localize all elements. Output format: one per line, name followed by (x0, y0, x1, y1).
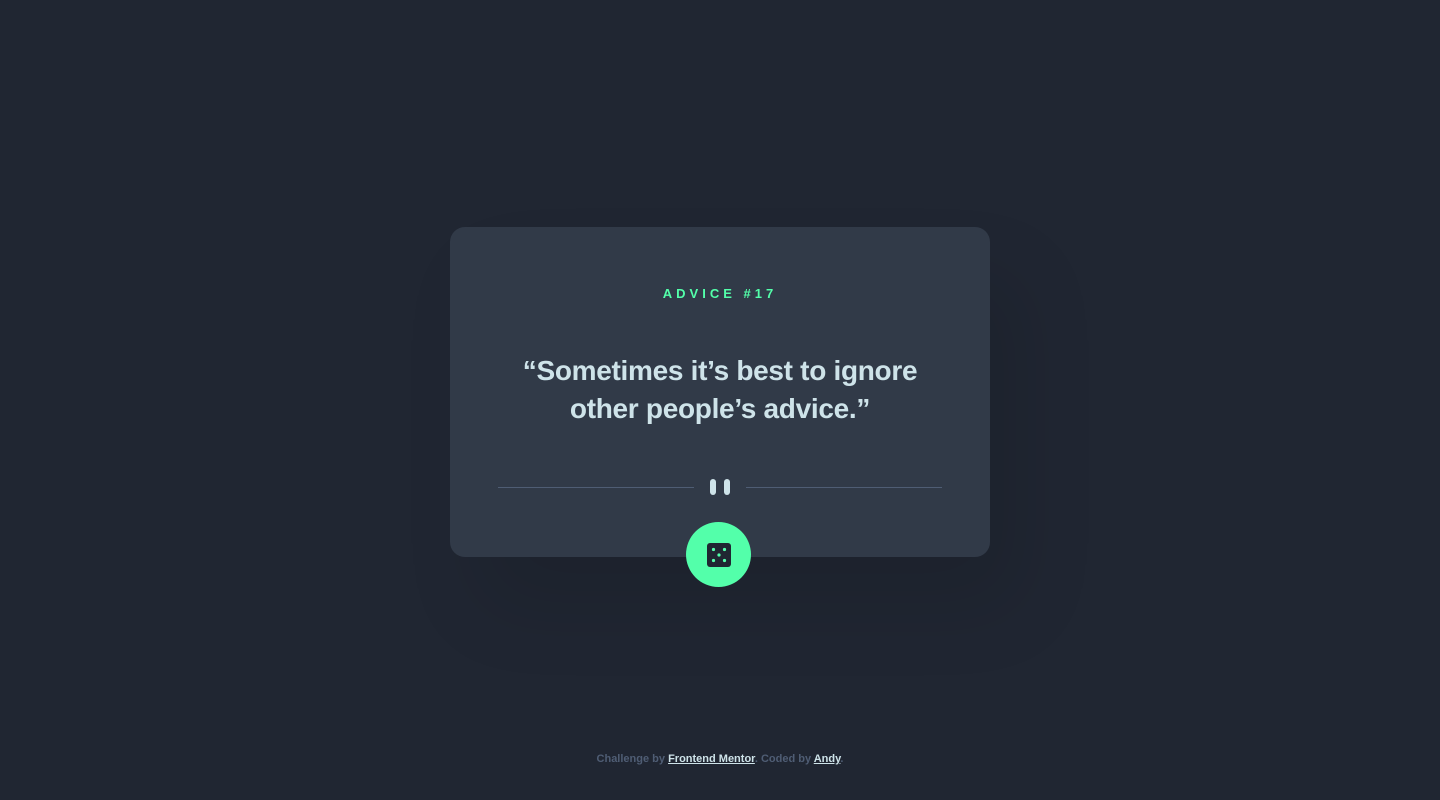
advice-card: ADVICE #17 “Sometimes it’s best to ignor… (450, 227, 990, 587)
divider-line-right (746, 487, 942, 488)
advice-id-label: ADVICE #17 (662, 286, 778, 301)
attribution-footer: Challenge by Frontend Mentor. Coded by A… (0, 753, 1440, 765)
dice-icon (706, 542, 731, 567)
footer-suffix: . (840, 753, 844, 765)
generate-advice-button[interactable] (686, 522, 751, 587)
advice-quote: “Sometimes it’s best to ignore other peo… (522, 355, 918, 424)
footer-coded-prefix: . Coded by (754, 753, 814, 765)
author-link[interactable]: Andy (814, 753, 841, 765)
frontend-mentor-link[interactable]: Frontend Mentor (668, 753, 755, 765)
divider-line-left (498, 487, 694, 488)
pattern-divider (498, 477, 942, 497)
footer-challenge-prefix: Challenge by (596, 753, 669, 765)
pause-icon (710, 479, 730, 495)
